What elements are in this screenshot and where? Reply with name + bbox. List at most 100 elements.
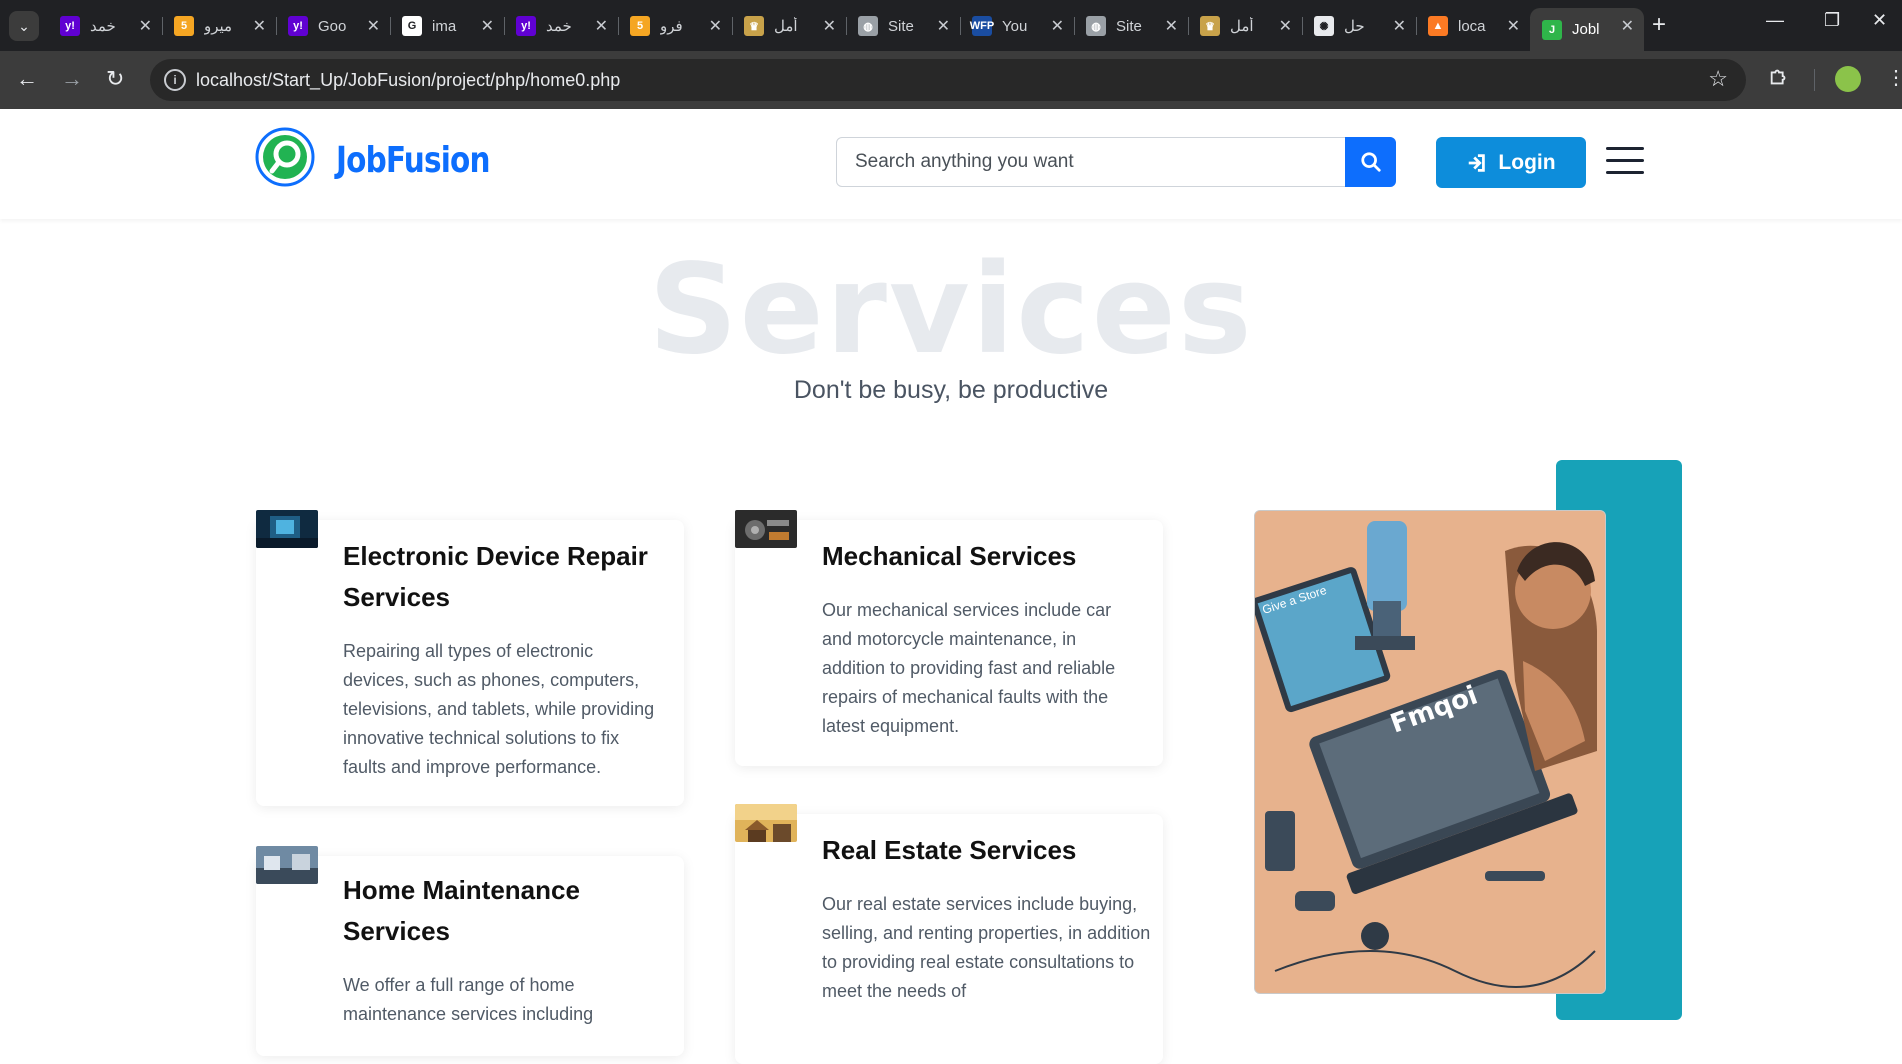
browser-tab-title: أمل xyxy=(1230,18,1254,35)
close-tab-icon[interactable]: ✕ xyxy=(1051,16,1064,36)
service-description: We offer a full range of home maintenanc… xyxy=(343,975,594,1024)
yahoo-icon: y! xyxy=(60,16,80,36)
browser-tab[interactable]: 5 ميرو ✕ xyxy=(162,8,277,44)
restore-window-button[interactable]: ❐ xyxy=(1824,10,1840,31)
orange-5-icon: 5 xyxy=(630,16,650,36)
search-button[interactable] xyxy=(1345,137,1396,187)
close-tab-icon[interactable]: ✕ xyxy=(1621,16,1634,36)
close-tab-icon[interactable]: ✕ xyxy=(1279,16,1292,36)
browser-tab[interactable]: J Jobl ✕ xyxy=(1530,8,1644,51)
search-input[interactable] xyxy=(837,138,1347,186)
browser-tab[interactable]: Gima ✕ xyxy=(390,8,505,44)
close-tab-icon[interactable]: ✕ xyxy=(709,16,722,36)
minimize-window-button[interactable]: — xyxy=(1766,10,1784,31)
extensions-puzzle-icon[interactable] xyxy=(1768,66,1790,88)
service-title-line1: Mechanical Services xyxy=(822,541,1077,571)
close-tab-icon[interactable]: ✕ xyxy=(253,16,266,36)
mechanical-thumbnail-image xyxy=(735,510,797,548)
service-title-line1: Home Maintenance xyxy=(343,875,580,905)
openai-icon: ✺ xyxy=(1314,16,1334,36)
bookmark-star-icon[interactable]: ☆ xyxy=(1708,66,1728,92)
tab-search-menu-button[interactable]: ⌄ xyxy=(9,11,39,41)
close-tab-icon[interactable]: ✕ xyxy=(1165,16,1178,36)
search-box xyxy=(836,137,1396,187)
login-button[interactable]: Login xyxy=(1436,137,1586,188)
browser-tab[interactable]: y! Goo ✕ xyxy=(276,8,391,44)
site-header: JobFusion Login xyxy=(0,109,1902,219)
jobfusion-logo-icon[interactable] xyxy=(255,127,315,187)
browser-tab-title: Jobl xyxy=(1572,21,1600,38)
browser-tab[interactable]: ✺ حل ✕ xyxy=(1302,8,1417,44)
real-estate-thumbnail-image xyxy=(735,804,797,842)
emblem-icon: ♛ xyxy=(744,16,764,36)
browser-tab-title: حل xyxy=(1344,18,1365,35)
address-bar[interactable]: i localhost/Start_Up/JobFusion/project/p… xyxy=(150,59,1746,101)
close-tab-icon[interactable]: ✕ xyxy=(481,16,494,36)
close-tab-icon[interactable]: ✕ xyxy=(1393,16,1406,36)
site-info-icon[interactable]: i xyxy=(164,69,186,91)
close-tab-icon[interactable]: ✕ xyxy=(595,16,608,36)
browser-tab[interactable]: ♛ أمل ✕ xyxy=(732,8,847,44)
service-card-electronic-repair[interactable]: Electronic Device Repair Services Repair… xyxy=(256,520,684,806)
back-button[interactable]: ← xyxy=(16,66,38,92)
close-tab-icon[interactable]: ✕ xyxy=(937,16,950,36)
wfp-icon: WFP xyxy=(970,16,994,36)
service-card-home-maintenance[interactable]: Home Maintenance Services We offer a ful… xyxy=(256,856,684,1056)
browser-tab[interactable]: 5 فرو ✕ xyxy=(618,8,733,44)
service-description: Our real estate services include buying,… xyxy=(822,894,1151,1001)
service-card-real-estate[interactable]: Real Estate Services Our real estate ser… xyxy=(735,814,1163,1064)
close-tab-icon[interactable]: ✕ xyxy=(1507,16,1520,36)
browser-tab-title: ima xyxy=(432,17,457,35)
browser-tab[interactable]: ◍ Site ✕ xyxy=(1074,8,1189,44)
browser-tab[interactable]: ▲ loca ✕ xyxy=(1416,8,1531,44)
emblem-icon: ♛ xyxy=(1200,16,1220,36)
close-window-button[interactable]: ✕ xyxy=(1872,10,1887,31)
service-description: Repairing all types of electronic device… xyxy=(343,641,655,777)
browser-toolbar: ← → ↻ i localhost/Start_Up/JobFusion/pro… xyxy=(0,51,1902,109)
browser-tab[interactable]: ♛ أمل ✕ xyxy=(1188,8,1303,44)
close-tab-icon[interactable]: ✕ xyxy=(367,16,380,36)
close-tab-icon[interactable]: ✕ xyxy=(823,16,836,36)
service-title-line2: Services xyxy=(343,916,450,946)
browser-tab-strip: ⌄ y! خمد ✕ 5 ميرو ✕ y! Goo ✕ Gima ✕ y! خمد ✕ 5 فرو ✕ ♛ أمل… xyxy=(0,0,1902,51)
profile-avatar[interactable] xyxy=(1835,66,1861,92)
browser-menu-icon[interactable]: ⋮ xyxy=(1886,64,1902,92)
browser-tab-title: خمد xyxy=(546,18,572,35)
browser-tab-title: خمد xyxy=(90,18,116,35)
home-maintenance-thumbnail-image xyxy=(256,846,318,884)
service-card-mechanical[interactable]: Mechanical Services Our mechanical servi… xyxy=(735,520,1163,766)
google-icon: G xyxy=(402,16,422,36)
login-label: Login xyxy=(1498,150,1556,174)
browser-tab[interactable]: y! خمد ✕ xyxy=(504,8,619,44)
browser-tab-title: ميرو xyxy=(204,18,233,35)
close-tab-icon[interactable]: ✕ xyxy=(139,16,152,36)
sign-in-icon xyxy=(1469,153,1486,172)
section-subtitle: Don't be busy, be productive xyxy=(793,376,1109,404)
repair-technician-illustration: Fmqoi Give a Store xyxy=(1254,510,1606,994)
browser-tab-title: Site xyxy=(1116,17,1142,35)
browser-tab[interactable]: ◍ Site ✕ xyxy=(846,8,961,44)
yahoo-icon: y! xyxy=(516,16,536,36)
service-title-line2: Services xyxy=(343,582,450,612)
browser-tab[interactable]: WFP You ✕ xyxy=(960,8,1075,44)
browser-tab[interactable]: y! خمد ✕ xyxy=(48,8,163,44)
globe-icon: ◍ xyxy=(1086,16,1106,36)
globe-icon: ◍ xyxy=(858,16,878,36)
xampp-icon: ▲ xyxy=(1428,16,1448,36)
search-icon xyxy=(1360,152,1381,172)
forward-button[interactable]: → xyxy=(61,66,83,92)
new-tab-button[interactable]: + xyxy=(1652,12,1666,38)
browser-tab-title: فرو xyxy=(660,18,683,35)
browser-tab-title: Site xyxy=(888,17,914,35)
reload-button[interactable]: ↻ xyxy=(106,66,124,92)
yahoo-icon: y! xyxy=(288,16,308,36)
browser-tab-title: أمل xyxy=(774,18,798,35)
service-title-line1: Real Estate Services xyxy=(822,835,1077,865)
menu-toggle-icon[interactable] xyxy=(1606,147,1644,175)
address-bar-url[interactable]: localhost/Start_Up/JobFusion/project/php… xyxy=(196,70,620,91)
browser-tab-title: Goo xyxy=(318,17,347,35)
section-background-title: Services xyxy=(648,238,1254,382)
jobfusion-icon: J xyxy=(1542,19,1562,40)
service-description: Our mechanical services include car and … xyxy=(822,600,1116,736)
logo-text[interactable]: JobFusion xyxy=(336,140,491,181)
